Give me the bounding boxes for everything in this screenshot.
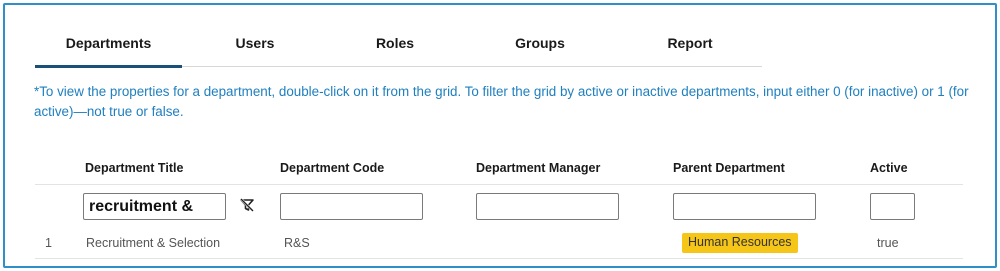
tab-departments-label: Departments [65, 35, 152, 51]
grid-header-row: Department Title Department Code Departm… [35, 153, 963, 185]
department-manager-filter-input[interactable] [476, 193, 619, 220]
column-header-department-manager[interactable]: Department Manager [476, 161, 600, 175]
tab-users[interactable]: Users [225, 35, 285, 67]
filter-clear-icon[interactable] [240, 198, 254, 212]
parent-department-filter-input[interactable] [673, 193, 816, 220]
cell-department-title: Recruitment & Selection [86, 236, 221, 250]
cell-active: true [877, 236, 899, 250]
cell-parent-department: Human Resources [682, 233, 798, 253]
tab-groups[interactable]: Groups [505, 35, 575, 67]
table-row[interactable]: 1 Recruitment & Selection R&S Human Reso… [35, 227, 963, 259]
tab-report-label: Report [667, 35, 713, 51]
tab-report[interactable]: Report [655, 35, 725, 67]
tab-departments[interactable]: Departments [35, 35, 182, 68]
tab-groups-label: Groups [515, 35, 565, 51]
row-index: 1 [45, 236, 52, 250]
column-header-department-code[interactable]: Department Code [280, 161, 384, 175]
tab-roles-label: Roles [375, 35, 415, 51]
department-code-filter-input[interactable] [280, 193, 423, 220]
column-header-department-title[interactable]: Department Title [85, 161, 183, 175]
tab-roles[interactable]: Roles [365, 35, 425, 67]
column-header-active[interactable]: Active [870, 161, 908, 175]
tab-users-label: Users [235, 35, 275, 51]
active-filter-input[interactable] [870, 193, 915, 220]
tab-bar: Departments Users Roles Groups Report [35, 25, 762, 68]
cell-department-code: R&S [284, 236, 310, 250]
grid-filter-row [35, 185, 963, 225]
instructions-text: *To view the properties for a department… [34, 84, 969, 119]
department-title-filter-input[interactable] [83, 193, 226, 220]
department-panel: Departments Users Roles Groups Report *T… [3, 3, 997, 268]
column-header-parent-department[interactable]: Parent Department [673, 161, 785, 175]
